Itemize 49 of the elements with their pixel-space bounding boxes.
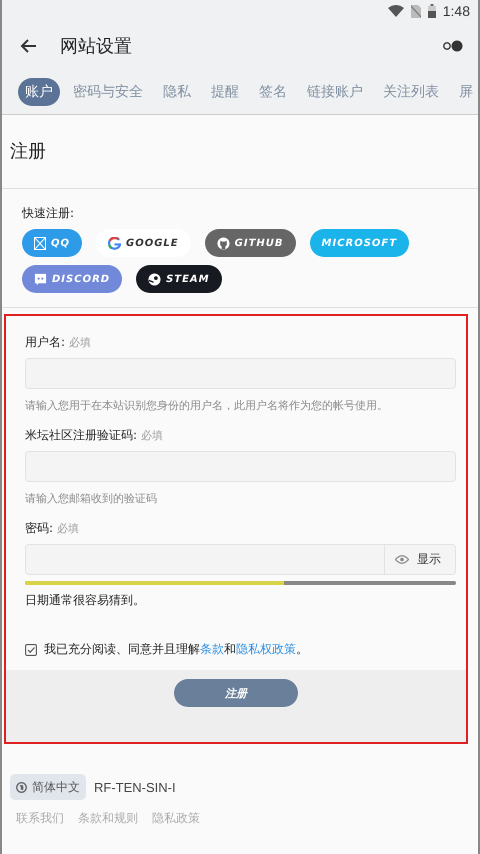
strength-message: 日期通常很容易猜到。 bbox=[25, 592, 146, 609]
input-field[interactable] bbox=[25, 358, 456, 389]
field-help: 请输入您邮箱收到的验证码 bbox=[25, 491, 158, 506]
settings-tab[interactable]: 隐私 bbox=[156, 78, 198, 106]
footer-link[interactable]: 隐私政策 bbox=[152, 810, 200, 827]
provider-button[interactable]: QQ bbox=[22, 229, 82, 257]
privacy-link[interactable]: 隐私权政策 bbox=[236, 642, 296, 656]
field-label: 用户名: 必填 bbox=[25, 334, 92, 351]
password-field[interactable]: 显示 bbox=[25, 544, 456, 575]
style-name: RF-TEN-SIN-I bbox=[94, 780, 176, 794]
terms-link[interactable]: 条款 bbox=[200, 642, 224, 656]
input-field[interactable] bbox=[25, 451, 456, 482]
settings-tab[interactable]: 提醒 bbox=[204, 78, 246, 106]
checkbox[interactable] bbox=[25, 644, 37, 656]
back-arrow-icon[interactable] bbox=[20, 39, 36, 53]
theme-toggle-icon[interactable] bbox=[442, 40, 464, 52]
language-button[interactable]: 简体中文 bbox=[10, 774, 86, 800]
register-button[interactable]: 注册 bbox=[174, 679, 298, 707]
provider-button[interactable]: GITHUB bbox=[204, 229, 296, 257]
no-sim-icon bbox=[410, 4, 421, 18]
field-help: 请输入您用于在本站识别您身份的用户名，此用户名将作为您的帐号使用。 bbox=[25, 398, 389, 413]
provider-button[interactable]: STEAM bbox=[136, 265, 222, 293]
show-password-button[interactable]: 显示 bbox=[384, 545, 455, 574]
battery-icon bbox=[428, 4, 436, 18]
settings-tab[interactable]: 屏 bbox=[452, 78, 478, 106]
google-g-icon bbox=[108, 236, 122, 250]
provider-button[interactable]: MICROSOFT bbox=[310, 229, 410, 257]
settings-tab[interactable]: 账户 bbox=[18, 78, 60, 106]
section-title: 注册 bbox=[2, 115, 478, 189]
footer-link[interactable]: 联系我们 bbox=[16, 810, 64, 827]
agreement-text: 我已充分阅读、同意并且理解条款和隐私权政策。 bbox=[44, 641, 308, 658]
provider-button[interactable]: GOOGLE bbox=[96, 229, 191, 257]
settings-tab[interactable]: 密码与安全 bbox=[66, 78, 150, 106]
page-title: 网站设置 bbox=[60, 35, 133, 58]
field-label: 米坛社区注册验证码: 必填 bbox=[25, 427, 164, 444]
octocat-icon bbox=[216, 236, 230, 250]
footer-link[interactable]: 条款和规则 bbox=[78, 810, 138, 827]
field-label: 密码: 必填 bbox=[25, 520, 80, 537]
settings-tab[interactable]: 关注列表 bbox=[376, 78, 446, 106]
wifi-icon bbox=[388, 5, 404, 17]
chat-bubble-icon bbox=[34, 272, 47, 286]
provider-button[interactable]: DISCORD bbox=[22, 265, 122, 293]
quick-register-label: 快速注册: bbox=[22, 205, 76, 222]
globe-icon bbox=[16, 782, 27, 792]
eye-icon bbox=[395, 555, 409, 564]
settings-tab[interactable]: 链接账户 bbox=[300, 78, 370, 106]
status-time: 1:48 bbox=[442, 3, 470, 19]
settings-tab[interactable]: 签名 bbox=[252, 78, 294, 106]
qq-icon bbox=[34, 236, 46, 250]
